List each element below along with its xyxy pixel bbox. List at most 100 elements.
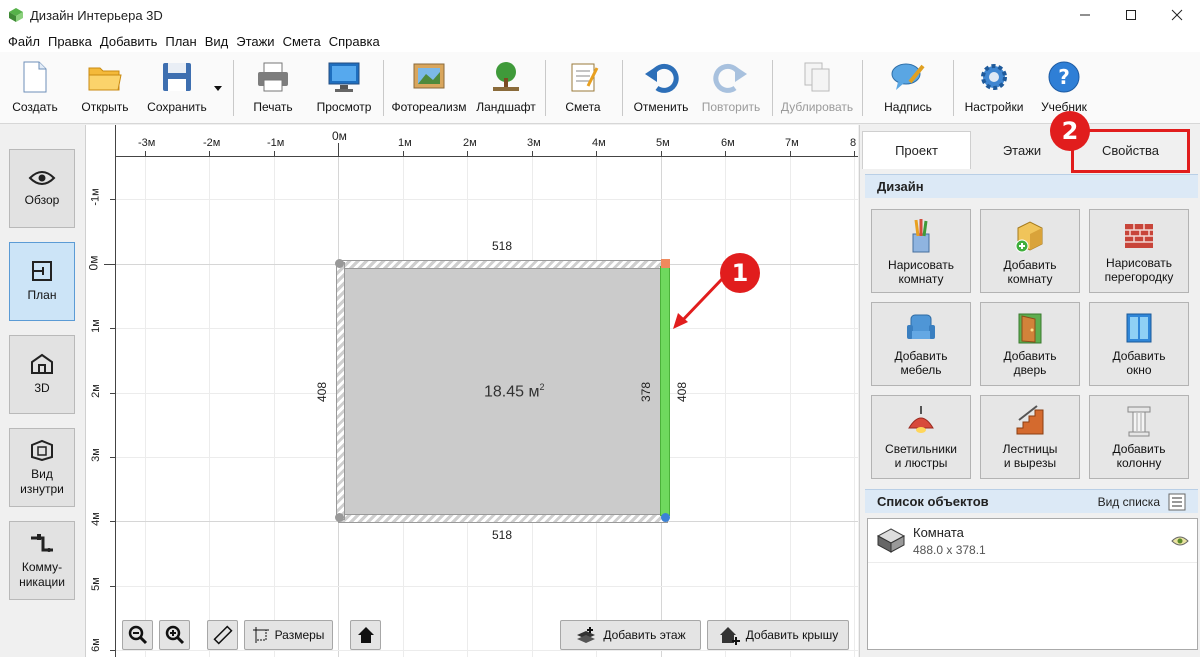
add-roof-button[interactable]: Добавить крышу (707, 620, 849, 650)
wall-right-selected[interactable] (660, 266, 670, 516)
zoom-out-button[interactable] (122, 620, 153, 650)
duplicate-button[interactable]: Дублировать (778, 52, 856, 124)
printer-icon (258, 62, 288, 92)
stairs-button[interactable]: Лестницы и вырезы (980, 395, 1080, 479)
title-bar: Дизайн Интерьера 3D (0, 0, 1200, 30)
maximize-button[interactable] (1108, 0, 1154, 30)
ruler-tick (110, 328, 116, 329)
floppy-disk-icon (163, 63, 191, 91)
caret-down-icon (214, 86, 222, 91)
zoom-in-icon (165, 625, 184, 645)
list-view-toggle[interactable]: Вид списка (1098, 495, 1160, 509)
wall-corner-handle[interactable] (335, 259, 344, 268)
dimension-top: 518 (492, 239, 513, 253)
undo-button[interactable]: Отменить (630, 52, 692, 124)
monitor-icon (328, 62, 360, 92)
inside-view-icon (31, 439, 53, 461)
ruler-tick (790, 151, 791, 157)
dimensions-icon (252, 627, 269, 643)
pipes-icon (31, 533, 53, 552)
ruler-label: 5м (656, 137, 670, 149)
dimensions-button[interactable]: Размеры (244, 620, 333, 650)
ruler-label: 3м (89, 448, 102, 462)
ruler-tick (403, 151, 404, 157)
menu-estimate[interactable]: Смета (279, 34, 325, 49)
grid-line (116, 586, 858, 587)
ruler-tick (110, 586, 116, 587)
caption-button[interactable]: Надпись (878, 52, 938, 124)
menu-plan[interactable]: План (161, 34, 200, 49)
ruler-tick (532, 151, 533, 157)
wall-bottom[interactable] (338, 514, 668, 523)
view-inside-button[interactable]: Вид изнутри (9, 428, 75, 507)
eye-icon (28, 171, 56, 185)
menu-file[interactable]: Файл (4, 34, 44, 49)
photorealism-button[interactable]: Фотореализм (390, 52, 468, 124)
open-button[interactable]: Открыть (76, 52, 134, 124)
estimate-button[interactable]: Смета (557, 52, 609, 124)
redo-icon (713, 63, 747, 93)
visibility-eye-icon[interactable] (1171, 535, 1189, 547)
add-furniture-button[interactable]: Добавить мебель (871, 302, 971, 386)
main-toolbar: Создать Открыть Сохранить Печать Просмот… (0, 52, 1200, 124)
plan-canvas[interactable]: -3м -2м -1м 0м 1м 2м 3м 4м 5м 6м 7м 8 -1… (86, 125, 858, 657)
menu-floors[interactable]: Этажи (232, 34, 278, 49)
menu-view[interactable]: Вид (201, 34, 233, 49)
horizontal-ruler: -3м -2м -1м 0м 1м 2м 3м 4м 5м 6м 7м 8 (86, 125, 858, 157)
menu-add[interactable]: Добавить (96, 34, 161, 49)
app-logo-icon (9, 8, 23, 22)
ruler-label: 0м (86, 255, 101, 271)
duplicate-icon (804, 62, 830, 92)
toolbar-separator (233, 60, 234, 116)
view-utilities-button[interactable]: Комму-никации (9, 521, 75, 600)
draw-partition-button[interactable]: Нарисовать перегородку (1089, 209, 1189, 293)
close-button[interactable] (1154, 0, 1200, 30)
wall-left[interactable] (336, 262, 345, 520)
toolbar-separator (545, 60, 546, 116)
lights-button[interactable]: Светильники и люстры (871, 395, 971, 479)
create-button[interactable]: Создать (8, 52, 62, 124)
design-section-header: Дизайн (865, 174, 1198, 198)
menu-edit[interactable]: Правка (44, 34, 96, 49)
minimize-button[interactable] (1062, 0, 1108, 30)
save-button[interactable]: Сохранить (144, 52, 210, 124)
ruler-label: 3м (527, 137, 541, 149)
add-column-button[interactable]: Добавить колонну (1089, 395, 1189, 479)
preview-button[interactable]: Просмотр (313, 52, 375, 124)
ruler-label: 7м (785, 137, 799, 149)
landscape-button[interactable]: Ландшафт (474, 52, 538, 124)
gear-icon (981, 64, 1007, 90)
grid-line (790, 157, 791, 657)
wall-corner-handle[interactable] (661, 259, 670, 268)
redo-button[interactable]: Повторить (698, 52, 764, 124)
wall-corner-handle[interactable] (335, 513, 344, 522)
photo-room-icon (413, 63, 445, 89)
view-3d-button[interactable]: 3D (9, 335, 75, 414)
view-plan-button[interactable]: План (9, 242, 75, 321)
view-overview-button[interactable]: Обзор (9, 149, 75, 228)
add-room-button[interactable]: Добавить комнату (980, 209, 1080, 293)
home-view-button[interactable] (350, 620, 381, 650)
list-view-icon[interactable] (1168, 493, 1186, 511)
wall-corner-handle[interactable] (661, 513, 670, 522)
tab-project[interactable]: Проект (862, 131, 971, 169)
list-item[interactable]: Комната 488.0 x 378.1 (868, 519, 1197, 563)
ruler-tick (110, 457, 116, 458)
ruler-tool-button[interactable] (207, 620, 238, 650)
settings-button[interactable]: Настройки (962, 52, 1026, 124)
menu-help[interactable]: Справка (325, 34, 384, 49)
add-window-button[interactable]: Добавить окно (1089, 302, 1189, 386)
add-floor-icon (577, 627, 596, 643)
draw-room-button[interactable]: Нарисовать комнату (871, 209, 971, 293)
add-floor-button[interactable]: Добавить этаж (560, 620, 701, 650)
save-dropdown-arrow[interactable] (213, 80, 223, 91)
ruler-label: 4м (592, 137, 606, 149)
brick-wall-icon (1125, 224, 1153, 248)
zoom-in-button[interactable] (159, 620, 190, 650)
room-area-label: 18.45 м2 (484, 382, 545, 401)
wall-top[interactable] (338, 260, 668, 269)
dimension-right-inner: 378 (639, 381, 654, 403)
add-door-button[interactable]: Добавить дверь (980, 302, 1080, 386)
grid-line (725, 157, 726, 657)
print-button[interactable]: Печать (246, 52, 300, 124)
